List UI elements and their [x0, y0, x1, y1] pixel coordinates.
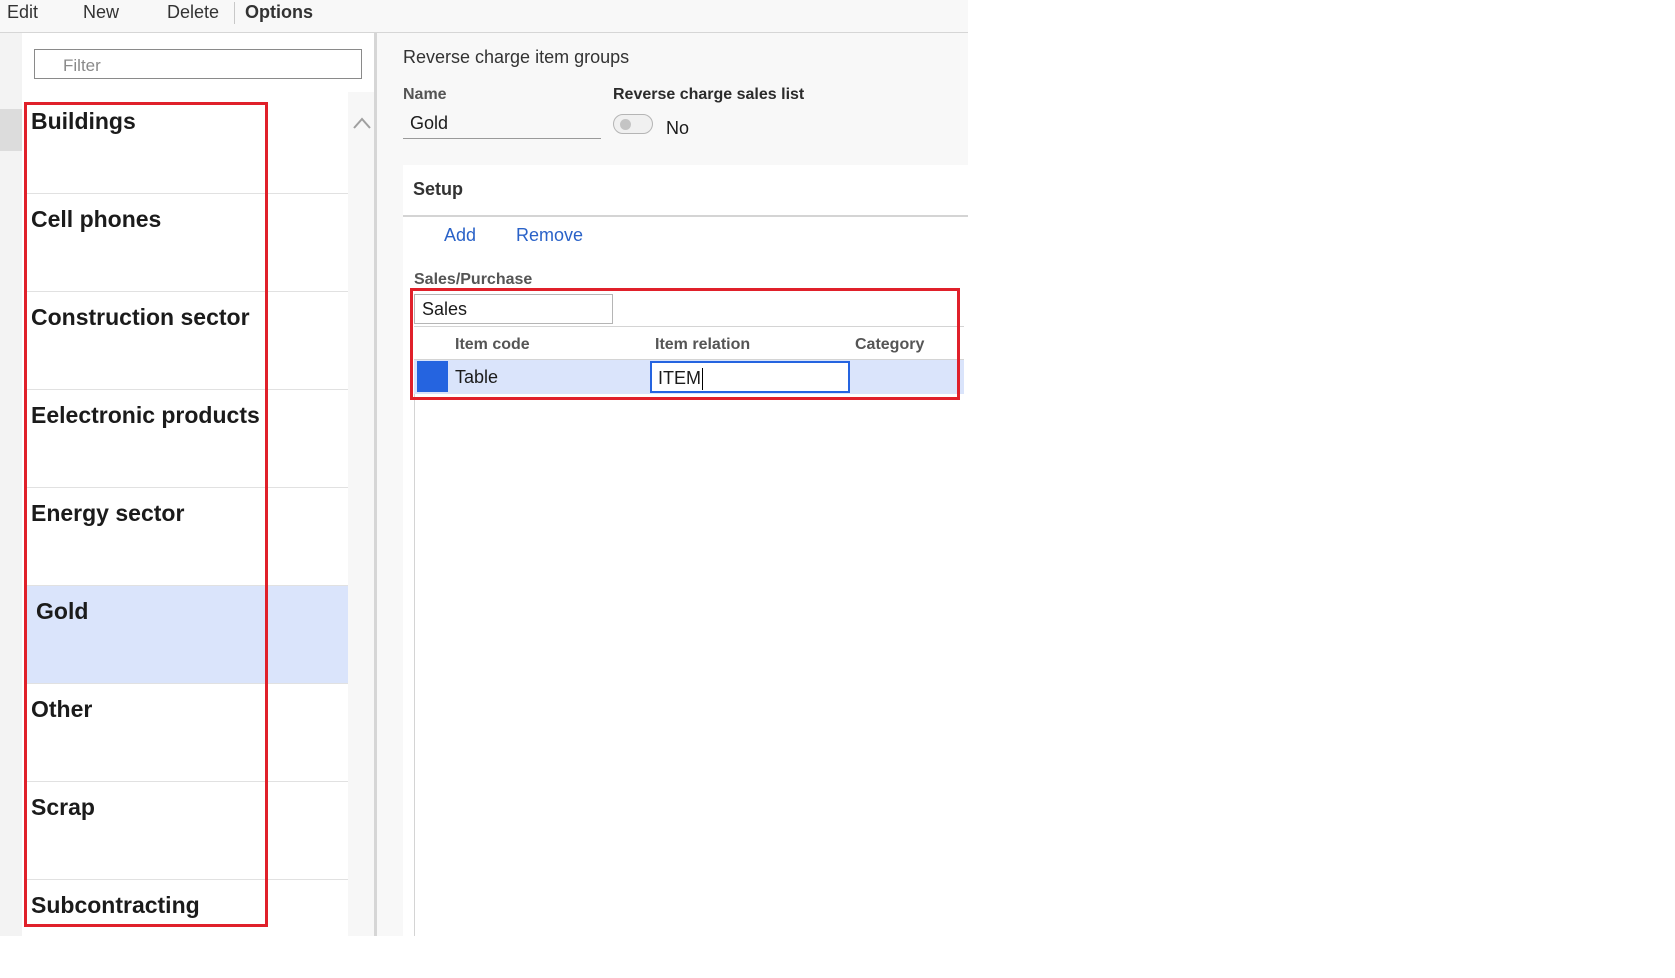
name-label: Name — [403, 86, 447, 103]
grid-left-border — [414, 394, 415, 936]
list-scrollbar[interactable] — [348, 92, 374, 936]
list-item-cell-phones[interactable]: Cell phones — [26, 194, 348, 292]
grid-header: Item code Item relation Category — [414, 326, 964, 360]
list-item-gold[interactable]: Gold — [26, 586, 348, 684]
name-field[interactable]: Gold — [403, 111, 601, 139]
table-row[interactable]: Table ITEM — [414, 360, 964, 394]
list-item-construction-sector[interactable]: Construction sector — [26, 292, 348, 390]
sales-list-toggle[interactable] — [613, 114, 653, 134]
row-selector[interactable] — [417, 361, 448, 392]
column-item-code[interactable]: Item code — [455, 336, 530, 354]
cell-item-code[interactable]: Table — [455, 367, 498, 388]
page-title: Reverse charge item groups — [403, 47, 630, 67]
setup-title: Setup — [413, 179, 464, 199]
list-item-other[interactable]: Other — [26, 684, 348, 782]
setup-header[interactable]: Setup — [403, 165, 968, 217]
list-item-electronic-products[interactable]: Eelectronic products — [26, 390, 348, 488]
list-item-subcontracting[interactable]: Subcontracting — [26, 880, 348, 978]
sales-list-value: No — [666, 118, 690, 138]
menu-divider — [234, 2, 235, 24]
cell-item-relation-value: ITEM — [658, 368, 701, 388]
sales-list-label: Reverse charge sales list — [613, 86, 805, 103]
column-item-relation[interactable]: Item relation — [655, 336, 750, 354]
list-item-energy-sector[interactable]: Energy sector — [26, 488, 348, 586]
nav-strip — [0, 33, 22, 936]
menu-edit[interactable]: Edit — [7, 2, 38, 23]
chevron-up-icon[interactable] — [352, 114, 372, 135]
menu-bar: Edit New Delete Options — [0, 0, 968, 33]
menu-options[interactable]: Options — [245, 2, 313, 23]
add-button[interactable]: Add — [444, 225, 476, 246]
sales-purchase-label: Sales/Purchase — [414, 271, 533, 288]
sales-purchase-select[interactable]: Sales — [414, 294, 613, 324]
nav-strip-handle[interactable] — [0, 109, 22, 151]
toggle-knob — [620, 119, 631, 130]
menu-delete[interactable]: Delete — [167, 2, 219, 23]
remove-button[interactable]: Remove — [516, 225, 583, 246]
filter-input[interactable]: Filter — [34, 49, 362, 79]
list-item-scrap[interactable]: Scrap — [26, 782, 348, 880]
cell-item-relation-input[interactable]: ITEM — [650, 361, 850, 393]
text-caret — [702, 368, 703, 391]
item-group-list: Buildings Cell phones Construction secto… — [26, 96, 348, 936]
app-window: Edit New Delete Options Filter Buildings… — [0, 0, 968, 936]
menu-new[interactable]: New — [83, 2, 119, 23]
list-item-buildings[interactable]: Buildings — [26, 96, 348, 194]
column-category[interactable]: Category — [855, 336, 924, 354]
